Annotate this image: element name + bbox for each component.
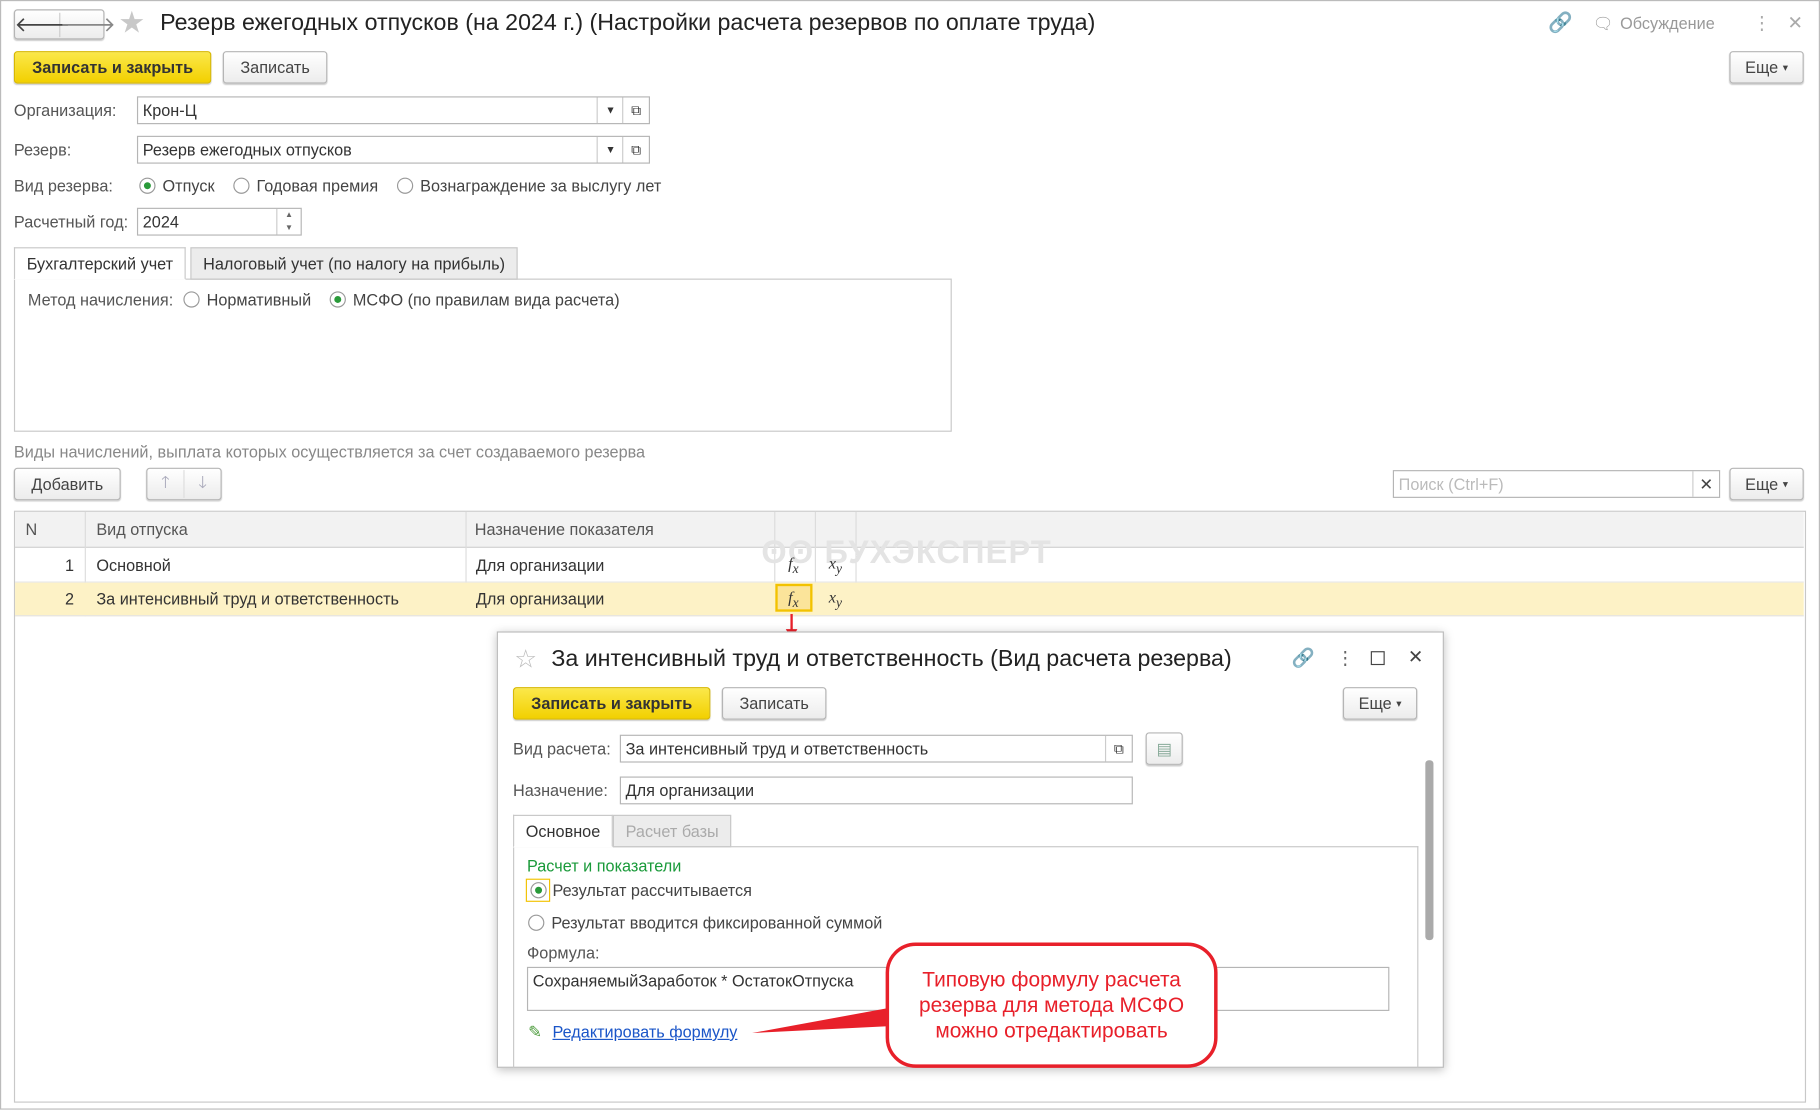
tab-accounting[interactable]: Бухгалтерский учет [13,247,186,280]
main-window: 🡐 🡒 ★ Резерв ежегодных отпусков (на 2024… [0,0,1820,1110]
tab-main[interactable]: Основное [513,814,614,848]
callout-note: Типовую формулу расчета резерва для мето… [885,942,1218,1068]
